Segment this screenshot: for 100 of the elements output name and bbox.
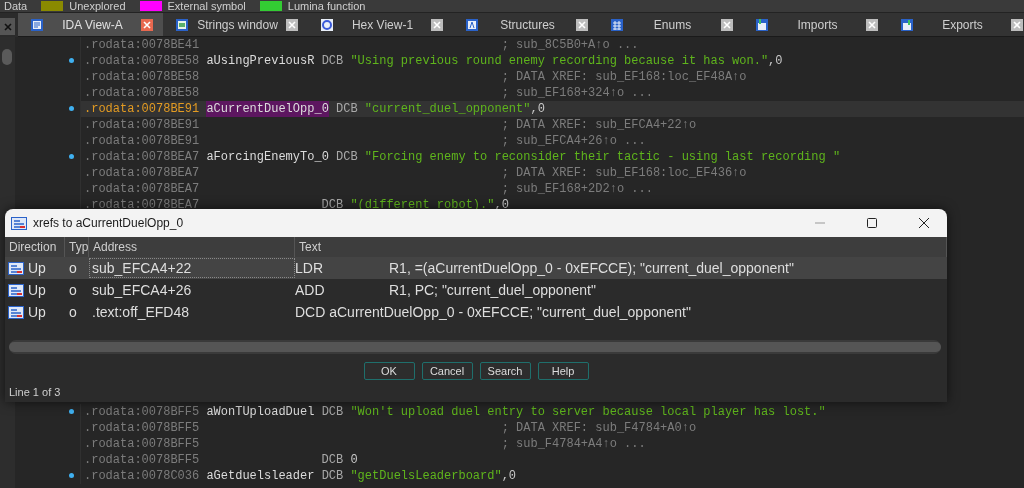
- dialog-button[interactable]: OK: [363, 362, 415, 380]
- tab-close-button[interactable]: [576, 18, 588, 31]
- code-address: .rodata:0078BE91: [84, 118, 200, 132]
- list-icon: [8, 305, 24, 319]
- tab-close-button[interactable]: [721, 18, 733, 31]
- dialog-button[interactable]: Search: [479, 362, 531, 380]
- code-comment: ; DATA XREF: sub_EF168:loc_EF436↑o: [501, 166, 747, 180]
- table-cell-text: o: [68, 260, 78, 276]
- string-literal: "current_duel_opponent": [364, 102, 531, 116]
- maximize-icon: [866, 217, 878, 229]
- letter-box-icon: [465, 17, 479, 32]
- code-address: .rodata:0078BFF5: [84, 453, 200, 467]
- operand-value: 0: [350, 453, 358, 467]
- tab-close-button[interactable]: [141, 18, 153, 31]
- table-cell-text: sub_EFCA4+26: [91, 281, 193, 300]
- code-address: .rodata:0078BEA7: [84, 150, 200, 164]
- string-literal: "getDuelsLeaderboard": [350, 469, 502, 483]
- instruction-mnemonic: DCB: [336, 150, 358, 164]
- legend-label: Unexplored: [69, 0, 126, 12]
- code-address: .rodata:0078BE91: [84, 102, 200, 116]
- code-comment: ; DATA XREF: sub_EF168:loc_EF48A↑o: [501, 70, 747, 84]
- table-cell-text: ADD R1, PC; "current_duel_opponent": [295, 282, 597, 298]
- operand-value: ,0: [501, 469, 517, 483]
- scrollbar-thumb[interactable]: [2, 49, 12, 65]
- code-address: .rodata:0078BE91: [84, 134, 200, 148]
- close-icon: [1013, 20, 1021, 29]
- tab-close-button[interactable]: [286, 18, 298, 31]
- code-comment: ; sub_EFCA4+26↑o ...: [501, 134, 646, 148]
- tab-close-button[interactable]: [866, 18, 878, 31]
- instruction-mnemonic: DCB: [321, 405, 344, 419]
- table-cell: sub_EFCA4+22: [89, 258, 295, 278]
- legend-label: Data: [4, 0, 28, 12]
- close-icon: [143, 20, 151, 29]
- table-row[interactable]: Up o sub_EFCA4+22 LDR R1, =(aCurrentDuelOpp_0 - 0xEFCCE); "current_duel_opponent": [5, 257, 947, 279]
- code-label: aWonTUploadDuel: [206, 404, 315, 420]
- code-address: .rodata:0078BFF5: [84, 405, 200, 419]
- table-cell-text: DCD aCurrentDuelOpp_0 - 0xEFCCE; "current_duel_opponent": [295, 304, 692, 320]
- code-address: .rodata:0078BE41: [84, 38, 200, 52]
- operand-value: ,0: [530, 102, 545, 116]
- code-comment: ; sub_F4784+A4↑o ...: [501, 437, 646, 451]
- close-icon: [433, 20, 441, 29]
- code-address: .rodata:0078BFF5: [84, 421, 200, 435]
- grid-icon: [175, 17, 189, 32]
- table-cell-text: LDR R1, =(aCurrentDuelOpp_0 - 0xEFCCE); "current_duel_opponent": [295, 260, 795, 276]
- legend-label: Lumina function: [287, 0, 366, 12]
- horizontal-scrollbar[interactable]: [9, 340, 941, 354]
- ring-icon: [320, 17, 334, 32]
- string-literal: "Forcing enemy to reconsider their tactic - using last recording ": [364, 150, 841, 164]
- code-address: .rodata:0078BEA7: [84, 166, 200, 180]
- instruction-mnemonic: DCB: [321, 469, 344, 483]
- code-comment: ; sub_EF168+2D2↑o ...: [501, 182, 653, 196]
- table-icon: [610, 17, 624, 32]
- instruction-mnemonic: DCB: [321, 453, 344, 467]
- string-literal: "(different robot).": [350, 198, 495, 212]
- close-panel-button[interactable]: [0, 18, 15, 35]
- code-address: .rodata:0078BE58: [84, 54, 200, 68]
- close-icon: [288, 20, 296, 29]
- operand-value: ,0: [768, 54, 783, 68]
- code-address: .rodata:0078BEA7: [84, 182, 200, 196]
- table-cell: Up: [28, 260, 46, 276]
- code-label: aForcingEnemyTo_0: [206, 149, 329, 165]
- window-title: xrefs to aCurrentDuelOpp_0: [33, 216, 185, 230]
- dialog-button[interactable]: Cancel: [421, 362, 473, 380]
- tab-close-button[interactable]: [431, 18, 443, 31]
- list-icon: [8, 283, 24, 297]
- status-text: Line 1 of 3: [8, 385, 62, 400]
- table-cell: Up: [28, 282, 46, 298]
- code-address: .rodata:0078BEA7: [84, 198, 200, 212]
- code-comment: ; sub_EF168+324↑o ...: [501, 86, 653, 100]
- list-icon: [11, 216, 27, 230]
- import-table-icon: [755, 17, 769, 32]
- close-icon: [578, 20, 586, 29]
- tab-close-button[interactable]: [1011, 18, 1023, 31]
- table-cell-text: .text:off_EFD48: [91, 303, 190, 322]
- string-literal: "Using previous round enemy recording because it has won.": [350, 54, 769, 68]
- close-icon: [3, 22, 12, 31]
- list-icon: [8, 261, 24, 275]
- code-address: .rodata:0078C036: [84, 469, 200, 483]
- table-cell-text: o: [68, 282, 78, 298]
- dialog-button[interactable]: Help: [537, 362, 589, 380]
- code-address: .rodata:0078BE58: [84, 86, 200, 100]
- table-row[interactable]: Up o .text:off_EFD48 DCD aCurrentDuelOpp_0 - 0xEFCCE; "current_duel_opponent": [5, 301, 947, 323]
- tab[interactable]: IDA View-A: [18, 13, 163, 36]
- code-label: aCurrentDuelOpp_0: [206, 101, 329, 117]
- close-icon: [918, 217, 930, 229]
- string-literal: "Won't upload duel entry to server because local player has lost.": [350, 405, 826, 419]
- table-cell: Up: [28, 304, 46, 320]
- operand-value: ,0: [494, 198, 509, 212]
- code-comment: ; DATA XREF: sub_F4784+A0↑o: [501, 421, 697, 435]
- code-comment: ; sub_8C5B0+A↑o ...: [501, 38, 639, 52]
- export-table-icon: [900, 17, 914, 32]
- code-comment: ; DATA XREF: sub_EFCA4+22↑o: [501, 118, 697, 132]
- code-label: aGetduelsleader: [206, 468, 315, 484]
- close-icon: [868, 20, 876, 29]
- code-label: aUsingPreviousR: [206, 53, 315, 69]
- document-icon: [30, 17, 44, 32]
- table-row[interactable]: Up o sub_EFCA4+26 ADD R1, PC; "current_duel_opponent": [5, 279, 947, 301]
- close-icon: [723, 20, 731, 29]
- legend-label: External symbol: [167, 0, 246, 12]
- table-cell-text: o: [68, 304, 78, 320]
